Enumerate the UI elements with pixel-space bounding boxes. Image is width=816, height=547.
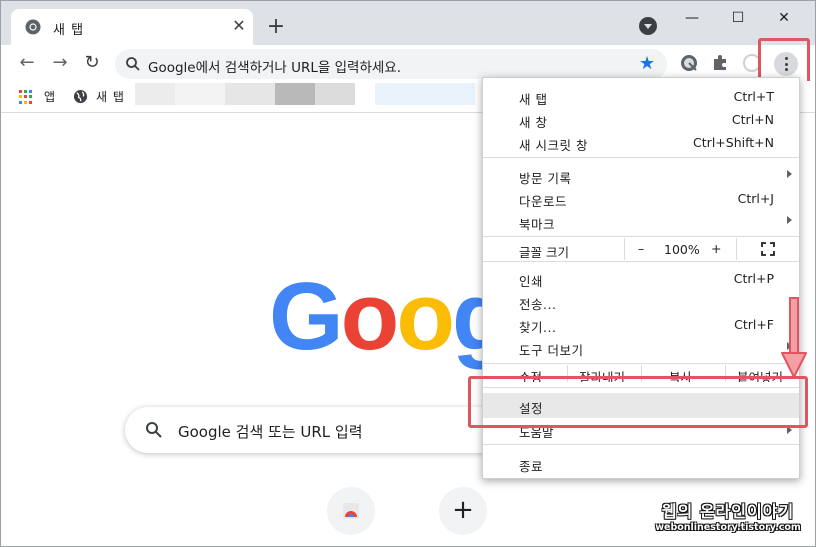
menu-item-shortcut: Ctrl+Shift+N xyxy=(693,135,774,150)
reload-button[interactable]: ↻ xyxy=(80,51,104,75)
new-tab-button[interactable]: + xyxy=(263,15,289,41)
logo-letter: o xyxy=(340,263,400,370)
menu-item-label: 종료 xyxy=(519,459,544,474)
extension-icon[interactable] xyxy=(679,53,699,73)
menu-item-exit[interactable]: 종료 xyxy=(483,452,799,475)
google-search-placeholder: Google 검색 또는 URL 입력 xyxy=(178,423,363,441)
blurred-bookmark xyxy=(135,83,175,105)
logo-letter: o xyxy=(396,263,455,370)
menu-item-label: 새 창 xyxy=(519,115,548,130)
down-arrow-icon xyxy=(781,297,807,378)
tab-close-icon[interactable]: ✕ xyxy=(229,16,249,36)
address-bar[interactable]: Google에서 검색하거나 URL을 입력하세요. ★ xyxy=(115,49,667,79)
menu-item-label: 도구 더보기 xyxy=(519,343,584,358)
menu-item-new-tab[interactable]: 새 탭 Ctrl+T xyxy=(483,85,799,108)
bookmark-apps[interactable]: 앱 xyxy=(44,88,56,105)
menu-item-downloads[interactable]: 다운로드 Ctrl+J xyxy=(483,187,799,210)
menu-item-new-incognito[interactable]: 새 시크릿 창 Ctrl+Shift+N xyxy=(483,131,799,154)
menu-item-shortcut: Ctrl+N xyxy=(731,112,774,127)
menu-item-label: 찾기... xyxy=(519,320,557,335)
menu-item-shortcut: Ctrl+F xyxy=(734,317,774,332)
watermark-url: webonlinestory.tistory.com xyxy=(655,522,801,533)
menu-item-print[interactable]: 인쇄 Ctrl+P xyxy=(483,267,799,290)
close-window-button[interactable]: ✕ xyxy=(769,7,799,29)
tab-title: 새 탭 xyxy=(53,23,85,38)
address-bar-placeholder: Google에서 검색하거나 URL을 입력하세요. xyxy=(148,60,402,76)
menu-item-shortcut: Ctrl+T xyxy=(733,89,774,104)
toolbar: ← → ↻ Google에서 검색하거나 URL을 입력하세요. ★ xyxy=(1,45,815,81)
menu-zoom-row: 글꼴 크기 – 100% + xyxy=(483,238,799,260)
back-button[interactable]: ← xyxy=(15,51,39,75)
blurred-bookmark xyxy=(315,83,355,105)
menu-item-bookmarks[interactable]: 북마크 xyxy=(483,210,799,233)
maximize-button[interactable]: ☐ xyxy=(723,7,753,29)
search-icon xyxy=(146,422,162,438)
menu-item-history[interactable]: 방문 기록 xyxy=(483,164,799,187)
menu-divider xyxy=(483,261,799,262)
menu-item-new-window[interactable]: 새 창 Ctrl+N xyxy=(483,108,799,131)
globe-icon xyxy=(73,89,88,104)
blurred-bookmark xyxy=(225,83,275,105)
menu-divider xyxy=(483,236,799,237)
menu-item-cast[interactable]: 전송... xyxy=(483,290,799,313)
menu-divider xyxy=(483,444,799,445)
menu-divider xyxy=(483,363,799,364)
zoom-label: 글꼴 크기 xyxy=(519,245,569,260)
shortcut-tile[interactable] xyxy=(327,487,375,535)
minimize-button[interactable]: — xyxy=(677,7,707,29)
google-search-box[interactable]: Google 검색 또는 URL 입력 xyxy=(125,407,525,453)
zoom-out-button[interactable]: – xyxy=(638,241,644,256)
forward-button[interactable]: → xyxy=(48,51,72,75)
fullscreen-icon[interactable] xyxy=(761,242,775,256)
bookmark-star-icon[interactable]: ★ xyxy=(639,53,655,75)
blurred-bookmark xyxy=(375,83,475,105)
watermark-title: 웹의 온라인이야기 xyxy=(661,502,795,521)
tab-search-icon[interactable] xyxy=(639,17,657,35)
puzzle-icon[interactable] xyxy=(710,53,730,73)
menu-item-label: 방문 기록 xyxy=(519,171,572,186)
title-bar: 새 탭 ✕ + — ☐ ✕ xyxy=(1,1,815,45)
menu-item-label: 전송... xyxy=(519,297,557,312)
zoom-level: 100% xyxy=(664,242,700,257)
menu-item-label: 인쇄 xyxy=(519,274,544,289)
tab-new-tab[interactable]: 새 탭 ✕ xyxy=(11,9,253,45)
zoom-in-button[interactable]: + xyxy=(711,241,721,256)
chrome-icon xyxy=(25,19,41,35)
menu-item-label: 새 시크릿 창 xyxy=(519,138,588,153)
bookmark-new-tab[interactable]: 새 탭 xyxy=(96,88,125,105)
submenu-arrow-icon xyxy=(787,170,792,178)
menu-item-shortcut: Ctrl+P xyxy=(733,271,774,286)
menu-divider xyxy=(483,157,799,158)
blurred-bookmark xyxy=(175,83,225,105)
google-logo: Goog xyxy=(269,269,511,365)
settings-highlight xyxy=(468,376,808,428)
menu-item-shortcut: Ctrl+J xyxy=(737,191,774,206)
watermark: 웹의 온라인이야기 webonlinestory.tistory.com xyxy=(653,498,803,542)
blurred-bookmark xyxy=(275,83,315,105)
menu-item-more-tools[interactable]: 도구 더보기 xyxy=(483,336,799,359)
apps-grid-icon[interactable] xyxy=(19,90,33,104)
search-icon xyxy=(126,57,140,71)
add-shortcut-button[interactable]: + xyxy=(439,487,487,535)
logo-letter: G xyxy=(269,263,344,370)
menu-item-label: 다운로드 xyxy=(519,194,568,209)
menu-item-find[interactable]: 찾기... Ctrl+F xyxy=(483,313,799,336)
browser-window: 새 탭 ✕ + — ☐ ✕ ← → ↻ Google에서 검색하거나 URL을 … xyxy=(0,0,816,547)
chrome-web-store-icon xyxy=(343,503,359,519)
menu-item-label: 새 탭 xyxy=(519,92,548,107)
submenu-arrow-icon xyxy=(787,216,792,224)
menu-item-label: 북마크 xyxy=(519,217,556,232)
